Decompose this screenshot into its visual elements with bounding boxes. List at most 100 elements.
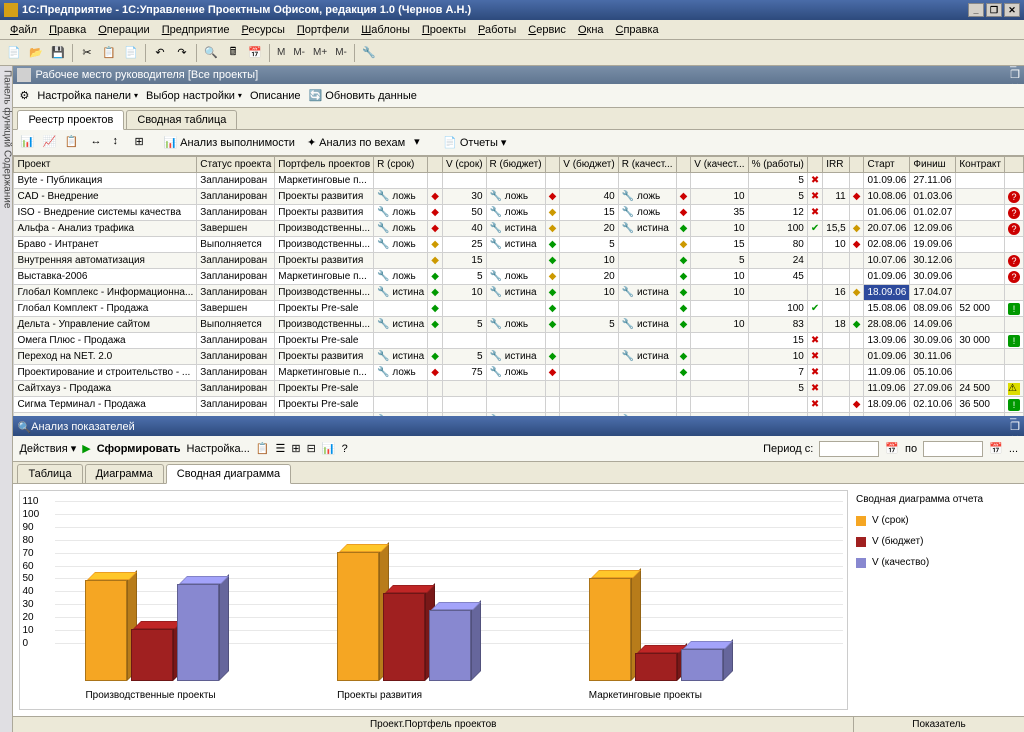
refresh-button[interactable]: 🔄 Обновить данные: [309, 89, 417, 102]
col-8[interactable]: V (бюджет): [560, 157, 618, 173]
col-18[interactable]: Контракт: [956, 157, 1005, 173]
minimize-button[interactable]: _: [968, 3, 984, 17]
help-icon[interactable]: ?: [342, 443, 348, 455]
col-19[interactable]: [1005, 157, 1024, 173]
table-row[interactable]: CAD - ВнедрениеЗапланированПроекты разви…: [14, 189, 1024, 205]
m-minus-label[interactable]: M-: [290, 47, 308, 58]
col-5[interactable]: V (срок): [442, 157, 486, 173]
col-1[interactable]: Статус проекта: [197, 157, 275, 173]
new-icon[interactable]: 📄: [4, 43, 24, 63]
menu-9[interactable]: Сервис: [522, 22, 572, 38]
col-15[interactable]: [849, 157, 864, 173]
table-row[interactable]: Выставка-2006ЗапланированМаркетинговые п…: [14, 269, 1024, 285]
settings-button[interactable]: Настройка...: [187, 443, 250, 455]
col-14[interactable]: IRR: [823, 157, 849, 173]
table-row[interactable]: Проектирование и строительство - ...Запл…: [14, 365, 1024, 381]
an-icon-3[interactable]: ⊞: [291, 442, 300, 455]
tab-pivot[interactable]: Сводная таблица: [126, 110, 237, 129]
grid-icon-2[interactable]: 📈: [41, 134, 59, 152]
grid-wrapper[interactable]: ПроектСтатус проектаПортфель проектовR (…: [13, 156, 1024, 416]
col-0[interactable]: Проект: [14, 157, 197, 173]
col-4[interactable]: [428, 157, 443, 173]
col-12[interactable]: % (работы): [748, 157, 807, 173]
table-row[interactable]: Сигма Терминал - ПродажаЗапланированПрое…: [14, 397, 1024, 413]
col-7[interactable]: [545, 157, 560, 173]
panel-icon[interactable]: ⚙: [19, 89, 29, 102]
period-from-input[interactable]: [819, 441, 879, 457]
table-row[interactable]: Внутренняя автоматизацияЗапланированПрое…: [14, 253, 1024, 269]
table-row[interactable]: Глобал Комплекс - Информационна...Заплан…: [14, 285, 1024, 301]
close-button[interactable]: ✕: [1004, 3, 1020, 17]
restore-button[interactable]: ❐: [986, 3, 1002, 17]
calendar-icon[interactable]: 📅: [245, 43, 265, 63]
an-icon-5[interactable]: 📊: [322, 442, 336, 455]
m-minus2-label[interactable]: M-: [332, 47, 350, 58]
cut-icon[interactable]: ✂: [77, 43, 97, 63]
choose-settings-button[interactable]: Выбор настройки▾: [146, 90, 242, 102]
menu-1[interactable]: Правка: [43, 22, 92, 38]
reports-button[interactable]: 📄 Отчеты▾: [439, 136, 510, 149]
menu-11[interactable]: Справка: [610, 22, 665, 38]
menu-4[interactable]: Ресурсы: [236, 22, 291, 38]
period-to-input[interactable]: [923, 441, 983, 457]
calc-icon[interactable]: 🖩: [223, 43, 243, 63]
col-17[interactable]: Финиш: [910, 157, 956, 173]
menu-3[interactable]: Предприятие: [156, 22, 236, 38]
table-row[interactable]: Омега Плюс - ПродажаЗапланированПроекты …: [14, 333, 1024, 349]
menu-5[interactable]: Портфели: [291, 22, 355, 38]
tool-icon[interactable]: 🔧: [359, 43, 379, 63]
table-row[interactable]: Сайтхауз - ПродажаЗапланированПроекты Pr…: [14, 381, 1024, 397]
panel-settings-button[interactable]: Настройка панели▾: [37, 90, 138, 102]
find-icon[interactable]: 🔍: [201, 43, 221, 63]
m-label[interactable]: M: [274, 47, 288, 58]
analysis2-button[interactable]: ✦ Анализ по вехам: [303, 136, 409, 149]
col-2[interactable]: Портфель проектов: [275, 157, 374, 173]
col-9[interactable]: R (качест...: [618, 157, 676, 173]
description-button[interactable]: Описание: [250, 90, 301, 102]
paste-icon[interactable]: 📄: [121, 43, 141, 63]
an-icon-2[interactable]: ☰: [276, 442, 286, 455]
col-11[interactable]: V (качест...: [691, 157, 748, 173]
sidebar-panel[interactable]: Панель функций Содержание: [0, 66, 13, 732]
menu-6[interactable]: Шаблоны: [355, 22, 416, 38]
period-to-picker[interactable]: 📅: [989, 442, 1003, 455]
menu-2[interactable]: Операции: [92, 22, 155, 38]
an-icon-1[interactable]: 📋: [256, 442, 270, 455]
grid-icon-1[interactable]: 📊: [19, 134, 37, 152]
tab-diagram[interactable]: Диаграмма: [85, 464, 164, 483]
an-icon-4[interactable]: ⊟: [307, 442, 316, 455]
col-16[interactable]: Старт: [864, 157, 910, 173]
grid-icon-4[interactable]: ↔: [89, 134, 107, 152]
analysis1-button[interactable]: 📊 Анализ выполнимости: [159, 136, 298, 149]
tab-table[interactable]: Таблица: [17, 464, 82, 483]
grid-dd-icon[interactable]: ▾: [413, 134, 431, 152]
table-row[interactable]: Глобал Комплект - ПродажаЗавершенПроекты…: [14, 301, 1024, 317]
table-row[interactable]: Переход на NET. 2.0ЗапланированПроекты р…: [14, 349, 1024, 365]
table-row[interactable]: Дельта - Управление сайтомВыполняетсяПро…: [14, 317, 1024, 333]
col-10[interactable]: [676, 157, 691, 173]
child-min-button[interactable]: _: [1010, 56, 1020, 68]
table-row[interactable]: Byte - ПубликацияЗапланированМаркетингов…: [14, 173, 1024, 189]
redo-icon[interactable]: ↷: [172, 43, 192, 63]
menu-8[interactable]: Работы: [472, 22, 522, 38]
copy-icon[interactable]: 📋: [99, 43, 119, 63]
m-plus-label[interactable]: M+: [310, 47, 330, 58]
child-restore-button[interactable]: ❐: [1010, 68, 1020, 81]
col-6[interactable]: R (бюджет): [486, 157, 545, 173]
undo-icon[interactable]: ↶: [150, 43, 170, 63]
save-icon[interactable]: 💾: [48, 43, 68, 63]
menu-10[interactable]: Окна: [572, 22, 610, 38]
col-13[interactable]: [807, 157, 822, 173]
period-from-picker[interactable]: 📅: [885, 442, 899, 455]
menu-7[interactable]: Проекты: [416, 22, 472, 38]
open-icon[interactable]: 📂: [26, 43, 46, 63]
grid-icon-6[interactable]: ⊞: [133, 134, 151, 152]
menu-0[interactable]: Файл: [4, 22, 43, 38]
tab-pivot-diagram[interactable]: Сводная диаграмма: [166, 464, 291, 484]
grid-icon-5[interactable]: ↕: [111, 134, 129, 152]
table-row[interactable]: ISO - Внедрение системы качестваЗапланир…: [14, 205, 1024, 221]
an-restore-button[interactable]: ❐: [1010, 420, 1020, 433]
col-3[interactable]: R (срок): [374, 157, 428, 173]
grid-icon-3[interactable]: 📋: [63, 134, 81, 152]
table-row[interactable]: Браво - ИнтранетВыполняетсяПроизводствен…: [14, 237, 1024, 253]
